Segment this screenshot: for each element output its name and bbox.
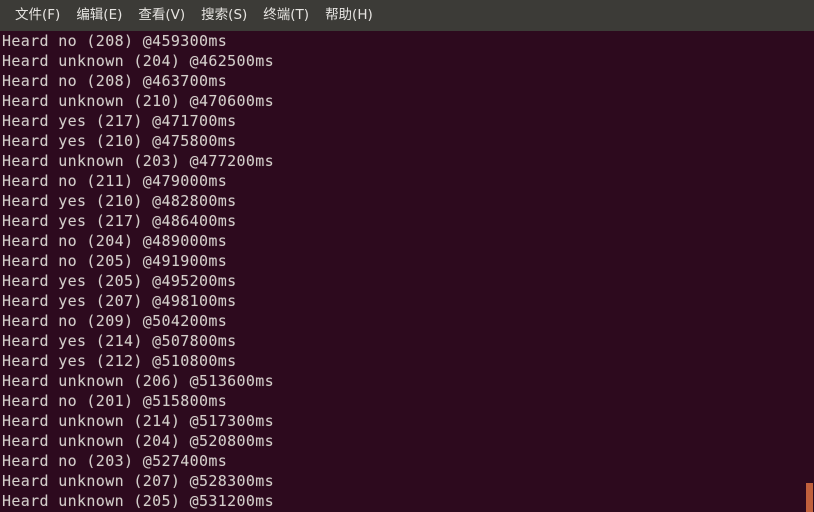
terminal-output-area[interactable]: Heard no (208) @459300ms Heard unknown (2…: [0, 31, 814, 512]
terminal-line: Heard yes (212) @510800ms: [2, 352, 237, 370]
terminal-line: Heard unknown (205) @531200ms: [2, 492, 275, 510]
menu-terminal[interactable]: 终端(T): [255, 0, 317, 31]
terminal-line: Heard unknown (204) @520800ms: [2, 432, 275, 450]
terminal-window: 文件(F) 编辑(E) 查看(V) 搜索(S) 终端(T) 帮助(H) Hear…: [0, 0, 814, 512]
menu-search[interactable]: 搜索(S): [193, 0, 255, 31]
terminal-line: Heard unknown (207) @528300ms: [2, 472, 275, 490]
terminal-line: Heard no (205) @491900ms: [2, 252, 228, 270]
menu-file[interactable]: 文件(F): [7, 0, 68, 31]
terminal-line: Heard yes (210) @475800ms: [2, 132, 237, 150]
terminal-line: Heard yes (217) @471700ms: [2, 112, 237, 130]
terminal-line: Heard no (211) @479000ms: [2, 172, 228, 190]
terminal-scrollbar[interactable]: [800, 31, 814, 512]
terminal-line: Heard unknown (204) @462500ms: [2, 52, 275, 70]
menu-bar: 文件(F) 编辑(E) 查看(V) 搜索(S) 终端(T) 帮助(H): [0, 0, 814, 31]
terminal-line: Heard no (204) @489000ms: [2, 232, 228, 250]
menu-help[interactable]: 帮助(H): [317, 0, 381, 31]
terminal-line: Heard unknown (203) @477200ms: [2, 152, 275, 170]
terminal-line: Heard no (203) @527400ms: [2, 452, 228, 470]
terminal-line: Heard no (208) @463700ms: [2, 72, 228, 90]
terminal-line: Heard no (201) @515800ms: [2, 392, 228, 410]
terminal-line: Heard unknown (206) @513600ms: [2, 372, 275, 390]
menu-edit[interactable]: 编辑(E): [68, 0, 130, 31]
terminal-line: Heard yes (210) @482800ms: [2, 192, 237, 210]
terminal-line: Heard no (208) @459300ms: [2, 32, 228, 50]
terminal-line: Heard unknown (214) @517300ms: [2, 412, 275, 430]
menu-view[interactable]: 查看(V): [130, 0, 193, 31]
terminal-text-block: Heard no (208) @459300ms Heard unknown (2…: [2, 31, 274, 511]
terminal-line: Heard unknown (210) @470600ms: [2, 92, 275, 110]
terminal-line: Heard yes (214) @507800ms: [2, 332, 237, 350]
terminal-line: Heard yes (207) @498100ms: [2, 292, 237, 310]
terminal-line: Heard yes (205) @495200ms: [2, 272, 237, 290]
terminal-line: Heard yes (217) @486400ms: [2, 212, 237, 230]
scrollbar-thumb[interactable]: [806, 483, 813, 512]
terminal-line: Heard no (209) @504200ms: [2, 312, 228, 330]
